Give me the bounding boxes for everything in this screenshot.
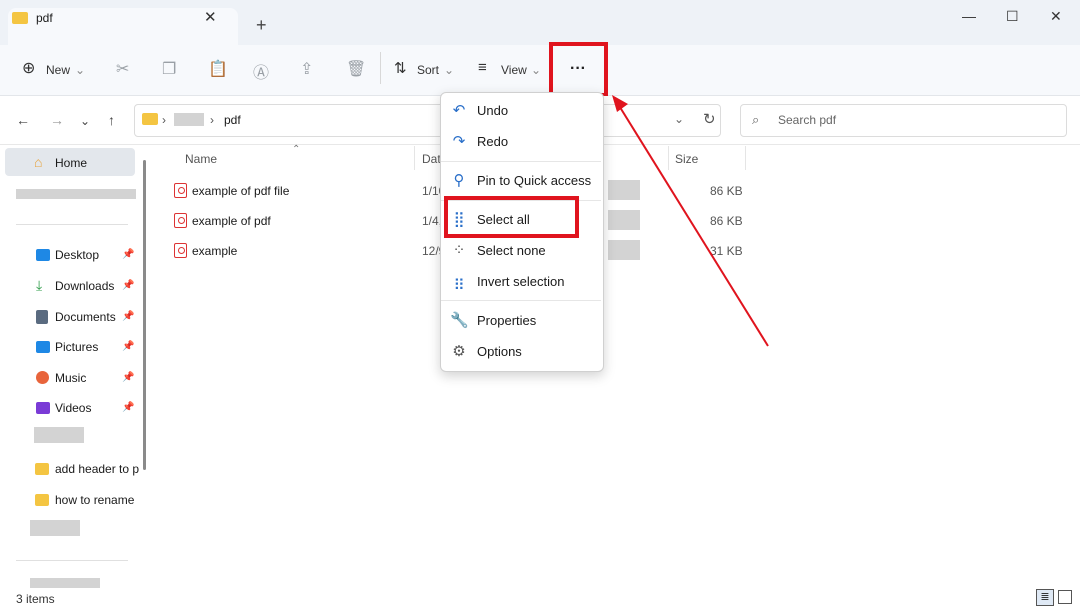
annotation-arrow <box>612 95 769 347</box>
details-view-icon[interactable]: ≣ <box>1036 589 1054 606</box>
arrow-head <box>612 95 628 112</box>
status-item-count: 3 items <box>16 592 55 606</box>
arrow-line <box>617 103 769 347</box>
tiles-view-icon[interactable] <box>1058 590 1072 604</box>
